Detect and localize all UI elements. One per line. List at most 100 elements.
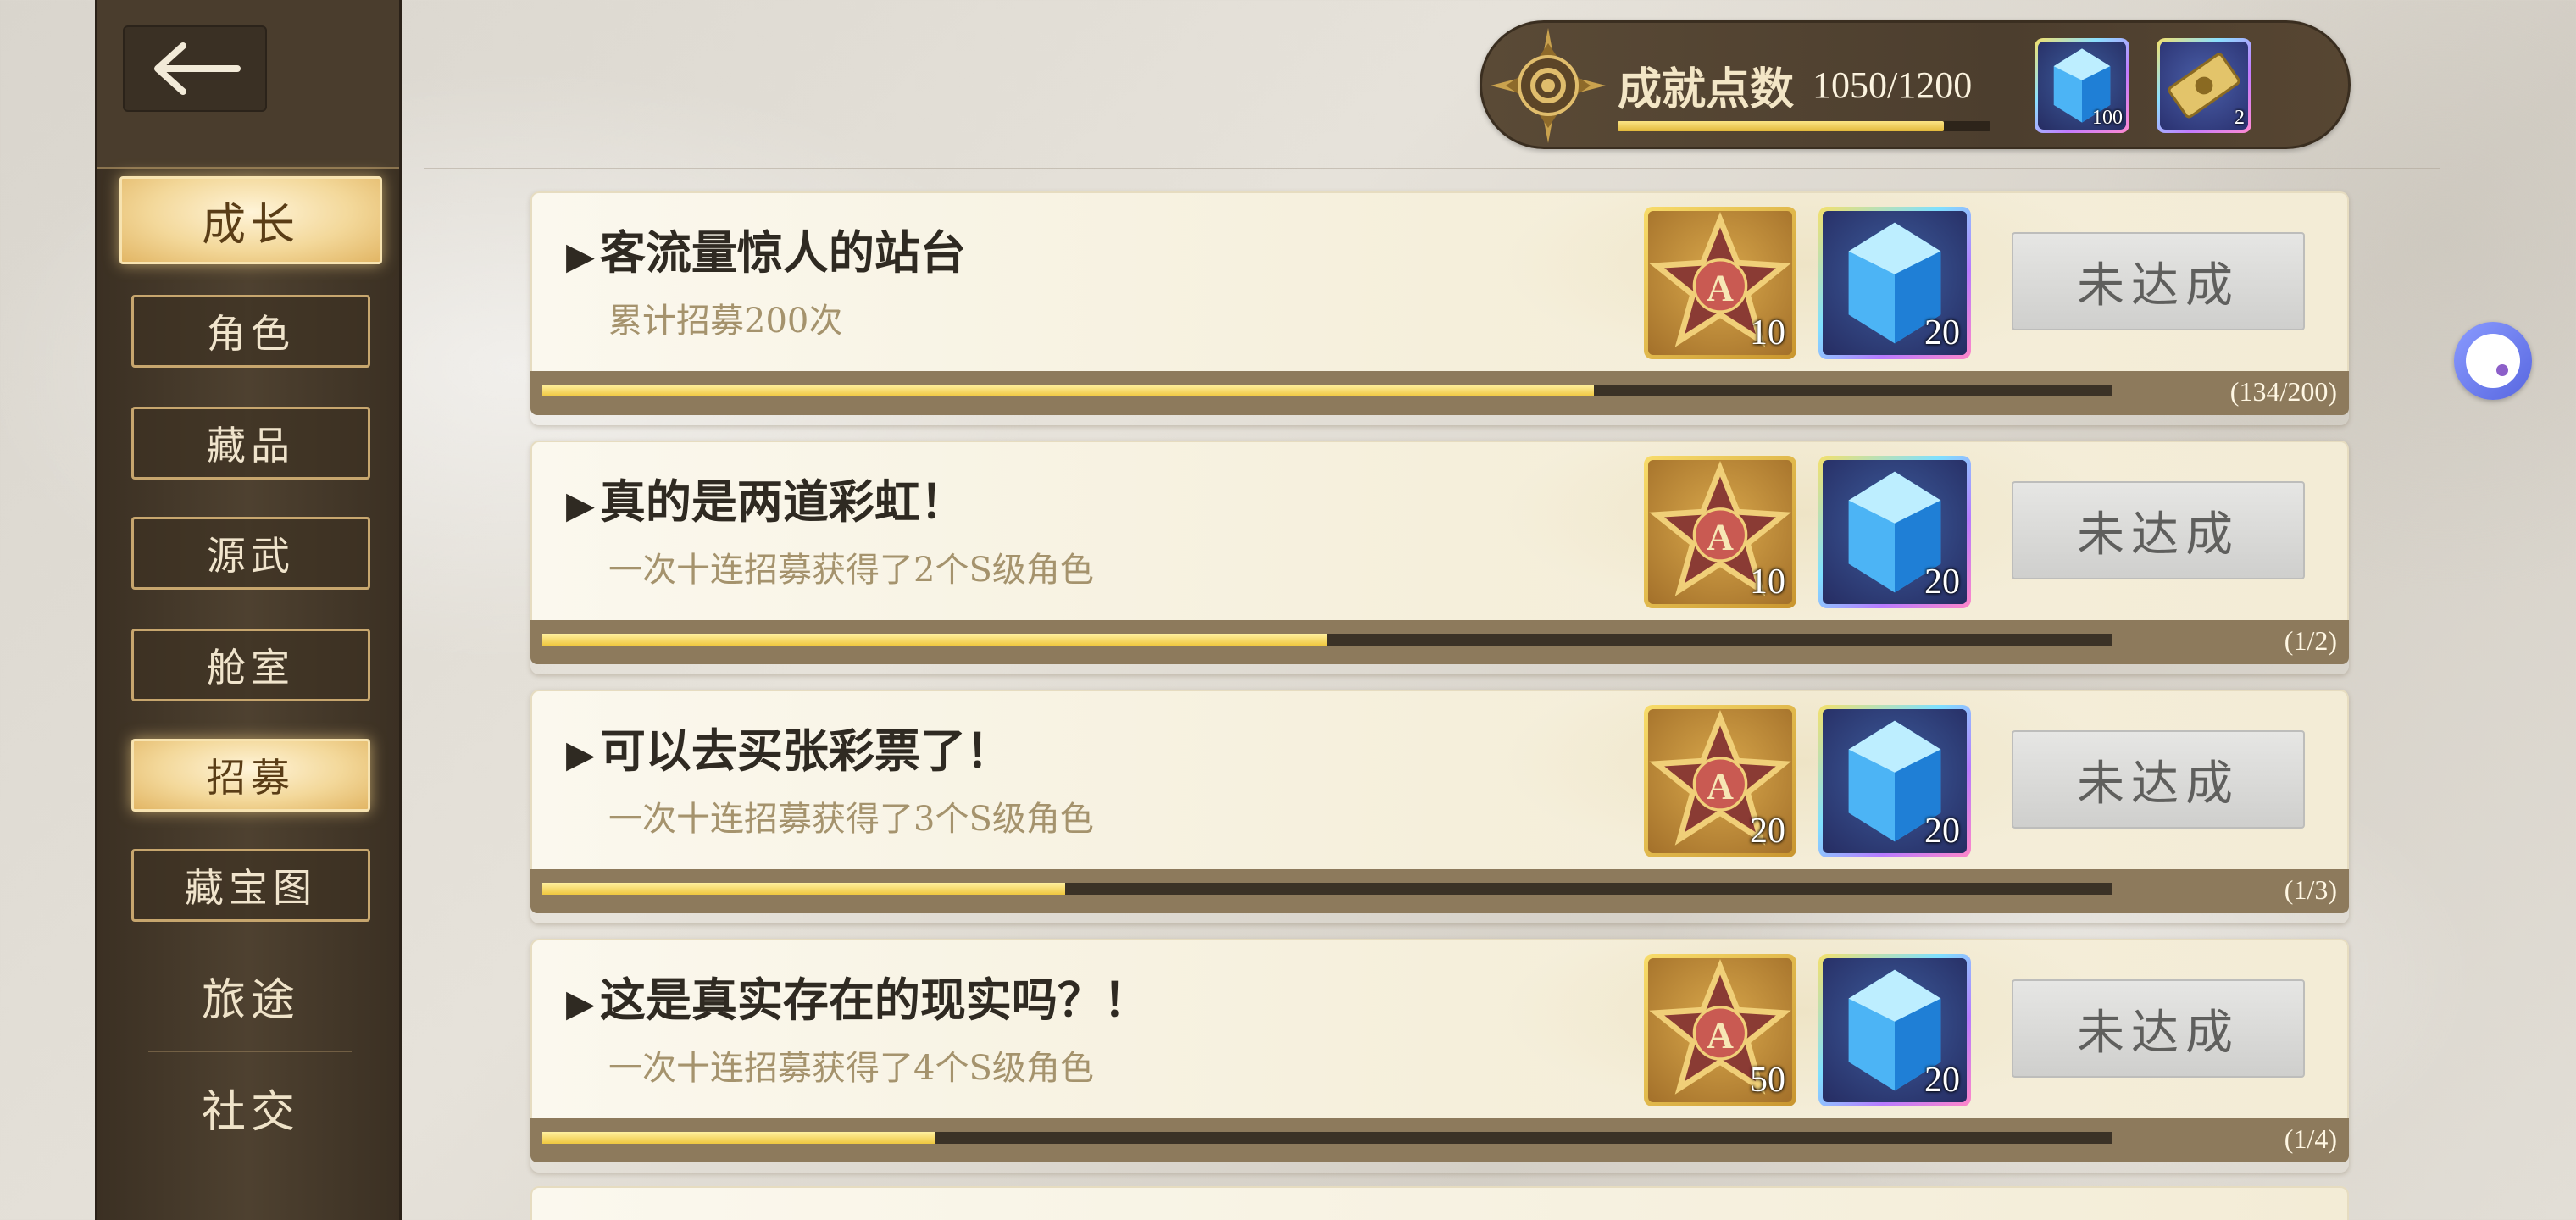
sidebar-item-label: 藏宝图	[185, 865, 317, 911]
sidebar-item-journey[interactable]: 旅途	[131, 959, 370, 1032]
triangle-icon: ▶	[566, 733, 595, 776]
header-item-crystal[interactable]: 100	[2035, 38, 2129, 133]
reward-crystal[interactable]: 20	[1818, 705, 1971, 857]
reward-count: 10	[1750, 313, 1785, 352]
claim-status-button[interactable]: 未达成	[2012, 979, 2305, 1078]
reward-crystal[interactable]: 20	[1818, 456, 1971, 608]
reward-a-badge[interactable]: A 50	[1644, 954, 1796, 1106]
sidebar-item-label: 角色	[207, 311, 295, 357]
floating-assistant-button[interactable]	[2454, 322, 2532, 400]
achievement-title: ▶ 这是真实存在的现实吗？！	[566, 962, 1149, 1029]
sidebar-header	[97, 0, 399, 169]
sidebar-item-weapons[interactable]: 源武	[131, 517, 370, 590]
card-body: ▶ 真的是两道彩虹！ 一次十连招募获得了2个S级角色 A 10 20 未达成	[530, 441, 2349, 620]
achievement-title: ▶ 客流量惊人的站台	[566, 215, 966, 282]
reward-count: 20	[1924, 563, 1960, 602]
sidebar-item-cabin[interactable]: 舱室	[131, 629, 370, 702]
achievement-progress-fill	[1618, 121, 1944, 131]
sidebar: 成长 角色 藏品 源武 舱室 招募 藏宝图 旅途 社交	[95, 0, 402, 1220]
achievement-progress-count: (1/2)	[2284, 625, 2337, 656]
achievement-title-text: 可以去买张彩票了！	[599, 724, 1012, 778]
reward-count: 50	[1750, 1061, 1785, 1100]
achievement-title: ▶ 真的是两道彩虹！	[566, 464, 966, 531]
card-body: ▶ 客流量惊人的站台 累计招募200次 A 10 20 未达成	[530, 191, 2349, 371]
claim-status-button[interactable]: 未达成	[2012, 730, 2305, 829]
reward-count: 20	[1924, 313, 1960, 352]
achievement-description: 一次十连招募获得了4个S级角色	[608, 1049, 1094, 1088]
reward-crystal[interactable]: 20	[1818, 207, 1971, 359]
svg-text:A: A	[1707, 267, 1734, 308]
card-footer: (134/200)	[530, 371, 2349, 415]
sidebar-item-label: 源武	[207, 533, 295, 579]
sidebar-item-label: 旅途	[201, 974, 300, 1026]
card-footer: (1/2)	[530, 620, 2349, 664]
header-divider	[424, 168, 2440, 169]
compass-emblem-icon	[1491, 28, 1606, 143]
achievement-progress	[1618, 121, 1990, 131]
reward-count: 20	[1750, 812, 1785, 851]
achievement-progress	[542, 385, 2112, 396]
achievement-progress-count: (1/3)	[2284, 874, 2337, 905]
achievement-description: 一次十连招募获得了2个S级角色	[608, 551, 1094, 590]
reward-crystal[interactable]: 20	[1818, 954, 1971, 1106]
achievement-progress	[542, 634, 2112, 646]
sidebar-item-label: 舱室	[207, 645, 295, 690]
reward-count: 20	[1924, 812, 1960, 851]
achievement-value: 1050/1200	[1813, 64, 1973, 106]
sidebar-item-treasure-map[interactable]: 藏宝图	[131, 849, 370, 922]
achievement-progress-fill	[542, 634, 1327, 646]
svg-text:A: A	[1707, 765, 1734, 807]
sidebar-item-label: 成长	[201, 199, 300, 251]
back-button[interactable]	[123, 25, 267, 112]
achievement-label: 成就点数	[1618, 64, 1795, 115]
achievement-title-text: 这是真实存在的现实吗？！	[599, 973, 1149, 1027]
achievement-card: ▶ 客流量惊人的站台 累计招募200次 A 10 20 未达成 (134/200…	[530, 191, 2349, 425]
achievement-progress-count: (1/4)	[2284, 1123, 2337, 1154]
triangle-icon: ▶	[566, 484, 595, 527]
svg-text:A: A	[1707, 1014, 1734, 1056]
achievement-card-partial	[530, 1186, 2349, 1220]
achievement-description: 累计招募200次	[608, 302, 843, 341]
reward-a-badge[interactable]: A 20	[1644, 705, 1796, 857]
sidebar-item-label: 社交	[201, 1086, 300, 1138]
sidebar-item-recruit[interactable]: 招募	[131, 739, 370, 812]
header-item-ticket[interactable]: 2	[2157, 38, 2251, 133]
item-count: 100	[2092, 107, 2123, 129]
triangle-icon: ▶	[566, 982, 595, 1025]
back-arrow-icon	[154, 42, 241, 95]
achievement-card: ▶ 真的是两道彩虹！ 一次十连招募获得了2个S级角色 A 10 20 未达成 (…	[530, 441, 2349, 674]
achievement-card: ▶ 可以去买张彩票了！ 一次十连招募获得了3个S级角色 A 20 20 未达成 …	[530, 690, 2349, 923]
achievement-title-text: 真的是两道彩虹！	[599, 474, 966, 529]
triangle-icon: ▶	[566, 235, 595, 278]
achievement-progress-fill	[542, 883, 1065, 895]
reward-a-badge[interactable]: A 10	[1644, 456, 1796, 608]
sidebar-item-label: 藏品	[207, 423, 295, 469]
achievement-progress	[542, 1132, 2112, 1144]
item-count: 2	[2235, 107, 2245, 129]
reward-count: 20	[1924, 1061, 1960, 1100]
achievement-card: ▶ 这是真实存在的现实吗？！ 一次十连招募获得了4个S级角色 A 50 20 未…	[530, 939, 2349, 1173]
achievement-progress-fill	[542, 385, 1594, 396]
card-body: ▶ 这是真实存在的现实吗？！ 一次十连招募获得了4个S级角色 A 50 20 未…	[530, 939, 2349, 1118]
card-body: ▶ 可以去买张彩票了！ 一次十连招募获得了3个S级角色 A 20 20 未达成	[530, 690, 2349, 869]
svg-text:A: A	[1707, 516, 1734, 557]
sidebar-item-characters[interactable]: 角色	[131, 295, 370, 368]
card-footer: (1/3)	[530, 869, 2349, 913]
achievement-progress	[542, 883, 2112, 895]
sidebar-item-social[interactable]: 社交	[131, 1071, 370, 1144]
claim-status-button[interactable]: 未达成	[2012, 481, 2305, 580]
card-footer: (1/4)	[530, 1118, 2349, 1162]
achievement-progress-fill	[542, 1132, 935, 1144]
achievement-progress-count: (134/200)	[2229, 376, 2337, 407]
achievement-description: 一次十连招募获得了3个S级角色	[608, 800, 1094, 839]
reward-count: 10	[1750, 563, 1785, 602]
sidebar-divider	[148, 1051, 352, 1052]
sidebar-item-collection[interactable]: 藏品	[131, 407, 370, 480]
claim-status-button[interactable]: 未达成	[2012, 232, 2305, 330]
sidebar-item-growth[interactable]: 成长	[119, 176, 382, 264]
achievement-title: ▶ 可以去买张彩票了！	[566, 713, 1012, 780]
achievement-points-bar: 成就点数 1050/1200 100 2	[1480, 20, 2351, 149]
sidebar-item-label: 招募	[207, 755, 295, 801]
reward-a-badge[interactable]: A 10	[1644, 207, 1796, 359]
achievement-title-text: 客流量惊人的站台	[599, 225, 966, 280]
